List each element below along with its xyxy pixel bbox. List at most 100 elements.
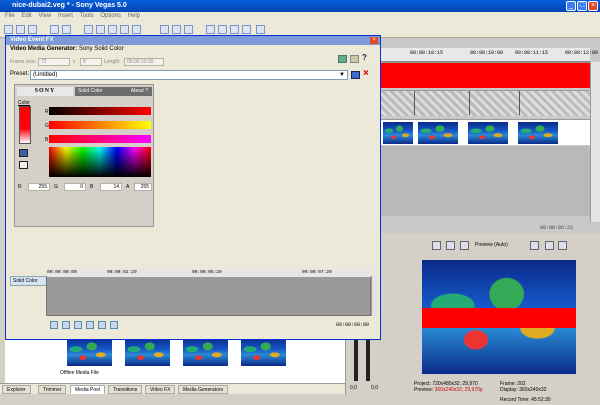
keyframe-scrollbar[interactable]	[371, 276, 378, 316]
open-icon[interactable]	[16, 25, 25, 34]
media-thumbnail[interactable]	[183, 338, 228, 366]
first-keyframe-icon[interactable]	[50, 321, 58, 329]
length-field[interactable]: 00:00:10:00	[124, 58, 164, 66]
plugin-chain-icon[interactable]	[338, 55, 347, 63]
menu-options[interactable]: Options	[100, 13, 121, 19]
video-thumbnail	[383, 122, 413, 144]
maximize-button[interactable]: □	[577, 1, 587, 11]
normal-edit-tool-icon[interactable]	[206, 25, 215, 34]
green-slider[interactable]	[49, 121, 151, 129]
preview-value: 360x240x32; 29,970p	[434, 387, 483, 393]
snap-icon[interactable]	[160, 25, 169, 34]
preview-settings-icon[interactable]	[432, 241, 441, 250]
lock-envelopes-icon[interactable]	[184, 25, 193, 34]
delete-keyframe-icon[interactable]	[86, 321, 94, 329]
a-value-field[interactable]: 255	[134, 183, 152, 191]
frame-width-field[interactable]: 72	[38, 58, 70, 66]
tab-video-fx[interactable]: Video FX	[145, 385, 176, 394]
envelope-tool-icon[interactable]	[218, 25, 227, 34]
eyedropper-icon[interactable]	[19, 161, 28, 169]
preview-quality-dropdown[interactable]: Preview (Auto)	[475, 242, 508, 248]
solid-color-clip[interactable]	[380, 62, 590, 88]
g-value-field[interactable]: 0	[64, 183, 86, 191]
menu-file[interactable]: File	[5, 13, 15, 19]
chevron-down-icon: ▼	[339, 72, 345, 78]
delete-preset-icon[interactable]: ×	[363, 68, 369, 79]
frame-size-label: Frame size:	[10, 59, 37, 65]
empty-track-area[interactable]	[380, 146, 590, 216]
last-keyframe-icon[interactable]	[110, 321, 118, 329]
overlay-icon[interactable]	[460, 241, 469, 250]
save-snapshot-icon[interactable]	[558, 241, 567, 250]
tab-media-generators[interactable]: Media Generators	[178, 385, 229, 394]
red-slider[interactable]	[49, 107, 151, 115]
copy-icon[interactable]	[96, 25, 105, 34]
menu-help[interactable]: Help	[128, 13, 140, 19]
save-icon[interactable]	[28, 25, 37, 34]
media-pool-list[interactable]: Offline Media File	[5, 338, 345, 383]
tab-media-pool[interactable]: Media Pool	[70, 385, 106, 394]
color-swatch[interactable]	[19, 106, 31, 144]
preset-dropdown[interactable]: (Untitled) ▼	[30, 70, 348, 80]
selection-tool-icon[interactable]	[230, 25, 239, 34]
copy-snapshot-icon[interactable]	[545, 241, 554, 250]
status-bar: Record Time: 45:52:30	[380, 395, 600, 405]
event-clip[interactable]	[435, 91, 470, 115]
minimize-button[interactable]: _	[566, 1, 576, 11]
r-value-field[interactable]: 255	[28, 183, 50, 191]
keyframe-timeline[interactable]: 00:00:00:00 00:00:02:29 00:00:05:29 00:0…	[46, 268, 372, 316]
media-thumbnail[interactable]	[67, 338, 112, 366]
zoom-tool-icon[interactable]	[242, 25, 251, 34]
color-spectrum[interactable]	[49, 147, 151, 177]
ruler-label: 00:00:12:00	[565, 50, 599, 56]
autoripple-icon[interactable]	[172, 25, 181, 34]
prev-keyframe-icon[interactable]	[62, 321, 70, 329]
r-label: R	[18, 184, 22, 190]
media-thumbnail[interactable]	[125, 338, 170, 366]
redo-icon[interactable]	[132, 25, 141, 34]
split-screen-icon[interactable]	[446, 241, 455, 250]
undo-icon[interactable]	[120, 25, 129, 34]
media-thumbnail[interactable]	[241, 338, 286, 366]
close-button[interactable]: ×	[588, 1, 598, 11]
frame-info: Frame: 202 Display: 360x240x32	[500, 381, 595, 393]
save-preset-icon[interactable]	[351, 71, 360, 79]
tab-trimmer[interactable]: Trimmer	[38, 385, 67, 394]
video-event-fx-window: Video Event FX × Video Media Generator: …	[5, 35, 381, 340]
video-thumbnail	[518, 122, 558, 144]
render-icon[interactable]	[50, 25, 59, 34]
help-icon[interactable]	[256, 25, 265, 34]
new-icon[interactable]	[4, 25, 13, 34]
frame-height-field[interactable]: 8	[80, 58, 102, 66]
menu-tools[interactable]: Tools	[80, 13, 94, 19]
menu-view[interactable]: View	[38, 13, 51, 19]
ruler-label: 00:00:11:15	[515, 50, 549, 56]
about-link[interactable]: About ?	[131, 87, 148, 96]
properties-icon[interactable]	[62, 25, 71, 34]
kf-time: 00:00:05:29	[192, 270, 222, 275]
menu-edit[interactable]: Edit	[21, 13, 31, 19]
timeline-ruler[interactable]: 00:00:10:15 00:00:10:00 00:00:11:15 00:0…	[380, 48, 598, 62]
cut-icon[interactable]	[84, 25, 93, 34]
paste-icon[interactable]	[108, 25, 117, 34]
event-clip[interactable]	[380, 91, 415, 115]
video-track[interactable]	[380, 119, 590, 145]
tab-transitions[interactable]: Transitions	[108, 385, 143, 394]
fx-close-button[interactable]: ×	[370, 37, 378, 44]
fx-options-icon[interactable]	[350, 55, 359, 63]
b-value-field[interactable]: 14	[100, 183, 122, 191]
event-clip[interactable]	[485, 91, 520, 115]
fx-help-icon[interactable]: ?	[362, 53, 367, 62]
empty-media-track[interactable]	[380, 90, 590, 116]
keyframe-track-label[interactable]: Solid Color	[10, 276, 48, 286]
menu-insert[interactable]: Insert	[58, 13, 73, 19]
next-keyframe-icon[interactable]	[98, 321, 106, 329]
keyframe-time-display: 00:00:00:00	[336, 322, 370, 328]
color-mode-icon[interactable]	[19, 149, 28, 157]
add-keyframe-icon[interactable]	[74, 321, 82, 329]
blue-slider[interactable]	[49, 135, 151, 143]
grid-icon[interactable]	[530, 241, 539, 250]
plugin-name: Solid Color	[78, 88, 103, 94]
timeline-vertical-scrollbar[interactable]	[590, 62, 600, 222]
tab-explorer[interactable]: Explorer	[2, 385, 31, 394]
